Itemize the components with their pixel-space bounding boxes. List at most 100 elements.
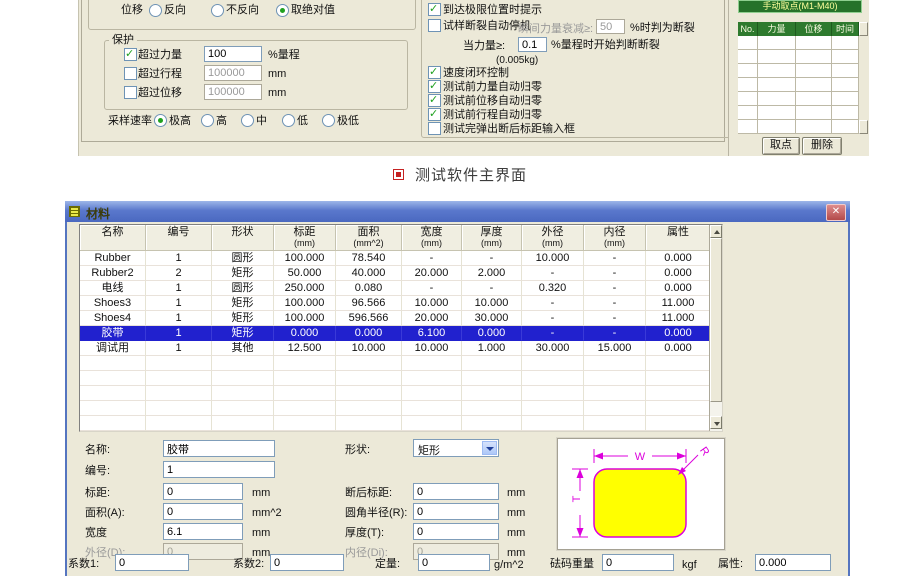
manual-points-cell[interactable] <box>832 50 859 64</box>
name-input[interactable] <box>163 440 275 457</box>
grammage-input[interactable] <box>418 554 490 571</box>
pick-point-button[interactable]: 取点 <box>762 137 800 155</box>
weight-input[interactable] <box>602 554 674 571</box>
manual-points-cell[interactable] <box>758 36 796 50</box>
manual-points-cell[interactable] <box>738 106 758 120</box>
over-displacement-checkbox[interactable] <box>124 86 137 99</box>
manual-points-cell[interactable] <box>738 36 758 50</box>
over-force-checkbox[interactable] <box>124 48 137 61</box>
table-row[interactable]: 胶带1矩形0.0000.0006.1000.000--0.000 <box>80 326 722 341</box>
manual-points-cell[interactable] <box>796 50 832 64</box>
scroll-up-icon[interactable] <box>710 225 722 238</box>
table-row[interactable]: Rubber1圆形100.00078.540--10.000-0.000 <box>80 251 722 266</box>
manual-points-cell[interactable] <box>738 78 758 92</box>
manual-points-cell[interactable] <box>758 92 796 106</box>
manual-points-cell[interactable] <box>738 120 758 134</box>
shape-select[interactable]: 矩形 <box>413 439 499 457</box>
scroll-down-box[interactable] <box>859 120 868 134</box>
manual-points-cell[interactable] <box>832 92 859 106</box>
manual-points-cell[interactable] <box>796 64 832 78</box>
sampling-radio-low[interactable] <box>282 114 295 127</box>
column-header[interactable]: 外径(mm) <box>522 225 584 251</box>
attr-input[interactable] <box>755 554 831 571</box>
table-cell <box>212 386 274 401</box>
manual-points-cell[interactable] <box>738 64 758 78</box>
break-cond-input[interactable] <box>596 19 625 34</box>
thickness-input[interactable] <box>413 523 499 540</box>
zero-stroke-checkbox[interactable] <box>428 108 441 121</box>
gauge-after-input[interactable] <box>413 483 499 500</box>
table-scrollbar[interactable] <box>709 225 722 431</box>
manual-points-cell[interactable] <box>796 120 832 134</box>
manual-points-cell[interactable] <box>758 120 796 134</box>
table-row[interactable] <box>80 356 722 371</box>
no-reverse-radio[interactable] <box>211 4 224 17</box>
column-header[interactable]: 名称 <box>80 225 146 251</box>
manual-points-cell[interactable] <box>738 50 758 64</box>
sampling-radio-high[interactable] <box>201 114 214 127</box>
column-header[interactable]: 面积(mm^2) <box>336 225 402 251</box>
manual-points-cell[interactable] <box>796 78 832 92</box>
over-force-input[interactable] <box>204 46 262 62</box>
absolute-radio[interactable] <box>276 4 289 17</box>
gauge-input[interactable] <box>163 483 243 500</box>
scroll-up-box[interactable] <box>859 22 868 36</box>
area-input[interactable] <box>163 503 243 520</box>
width-input[interactable] <box>163 523 243 540</box>
number-input[interactable] <box>163 461 275 478</box>
close-icon[interactable]: ✕ <box>826 204 846 221</box>
manual-points-cell[interactable] <box>832 120 859 134</box>
over-stroke-input[interactable] <box>204 65 262 81</box>
manual-points-cell[interactable] <box>758 50 796 64</box>
scrollbar-thumb[interactable] <box>710 238 722 402</box>
table-row[interactable] <box>80 416 722 431</box>
column-header[interactable]: 标距(mm) <box>274 225 336 251</box>
manual-points-cell[interactable] <box>758 78 796 92</box>
manual-points-cell[interactable] <box>796 92 832 106</box>
column-header[interactable]: 形状 <box>212 225 274 251</box>
over-displacement-input[interactable] <box>204 84 262 100</box>
column-header[interactable]: 厚度(mm) <box>462 225 522 251</box>
column-header[interactable]: 内径(mm) <box>584 225 646 251</box>
sampling-radio-lowest[interactable] <box>322 114 335 127</box>
coef2-label: 系数2: <box>233 558 264 571</box>
speed-loop-checkbox[interactable] <box>428 66 441 79</box>
manual-points-cell[interactable] <box>758 106 796 120</box>
break-stop-checkbox[interactable] <box>428 19 441 32</box>
column-header[interactable]: 编号 <box>146 225 212 251</box>
table-row[interactable] <box>80 401 722 416</box>
delete-point-button[interactable]: 删除 <box>802 137 842 155</box>
manual-points-cell[interactable] <box>832 36 859 50</box>
manual-points-cell[interactable] <box>832 64 859 78</box>
zero-force-checkbox[interactable] <box>428 80 441 93</box>
chevron-down-icon[interactable] <box>482 441 497 455</box>
over-stroke-checkbox[interactable] <box>124 67 137 80</box>
manual-points-cell[interactable] <box>758 64 796 78</box>
coef2-input[interactable] <box>270 554 344 571</box>
reverse-radio[interactable] <box>149 4 162 17</box>
gauge-popup-checkbox[interactable] <box>428 122 441 135</box>
sampling-radio-mid[interactable] <box>241 114 254 127</box>
manual-points-cell[interactable] <box>832 106 859 120</box>
sampling-radio-highest[interactable] <box>154 114 167 127</box>
coef1-input[interactable] <box>115 554 189 571</box>
table-row[interactable] <box>80 371 722 386</box>
force-gate-input[interactable] <box>518 37 547 52</box>
limit-prompt-checkbox[interactable] <box>428 3 441 16</box>
manual-points-cell[interactable] <box>738 92 758 106</box>
scroll-down-icon[interactable] <box>710 416 722 429</box>
manual-points-cell[interactable] <box>832 78 859 92</box>
table-row[interactable]: 电线1圆形250.0000.080--0.320-0.000 <box>80 281 722 296</box>
table-row[interactable] <box>80 386 722 401</box>
column-header[interactable]: 宽度(mm) <box>402 225 462 251</box>
table-row[interactable]: Shoes41矩形100.000596.56620.00030.000--11.… <box>80 311 722 326</box>
table-row[interactable]: Shoes31矩形100.00096.56610.00010.000--11.0… <box>80 296 722 311</box>
table-row[interactable]: 调试用1其他12.50010.00010.0001.00030.00015.00… <box>80 341 722 356</box>
manual-points-cell[interactable] <box>796 106 832 120</box>
column-header[interactable]: 属性 <box>646 225 711 251</box>
corner-r-input[interactable] <box>413 503 499 520</box>
dialog-titlebar[interactable]: 材料 ✕ <box>65 201 850 222</box>
manual-points-cell[interactable] <box>796 36 832 50</box>
zero-displacement-checkbox[interactable] <box>428 94 441 107</box>
table-row[interactable]: Rubber22矩形50.00040.00020.0002.000--0.000 <box>80 266 722 281</box>
